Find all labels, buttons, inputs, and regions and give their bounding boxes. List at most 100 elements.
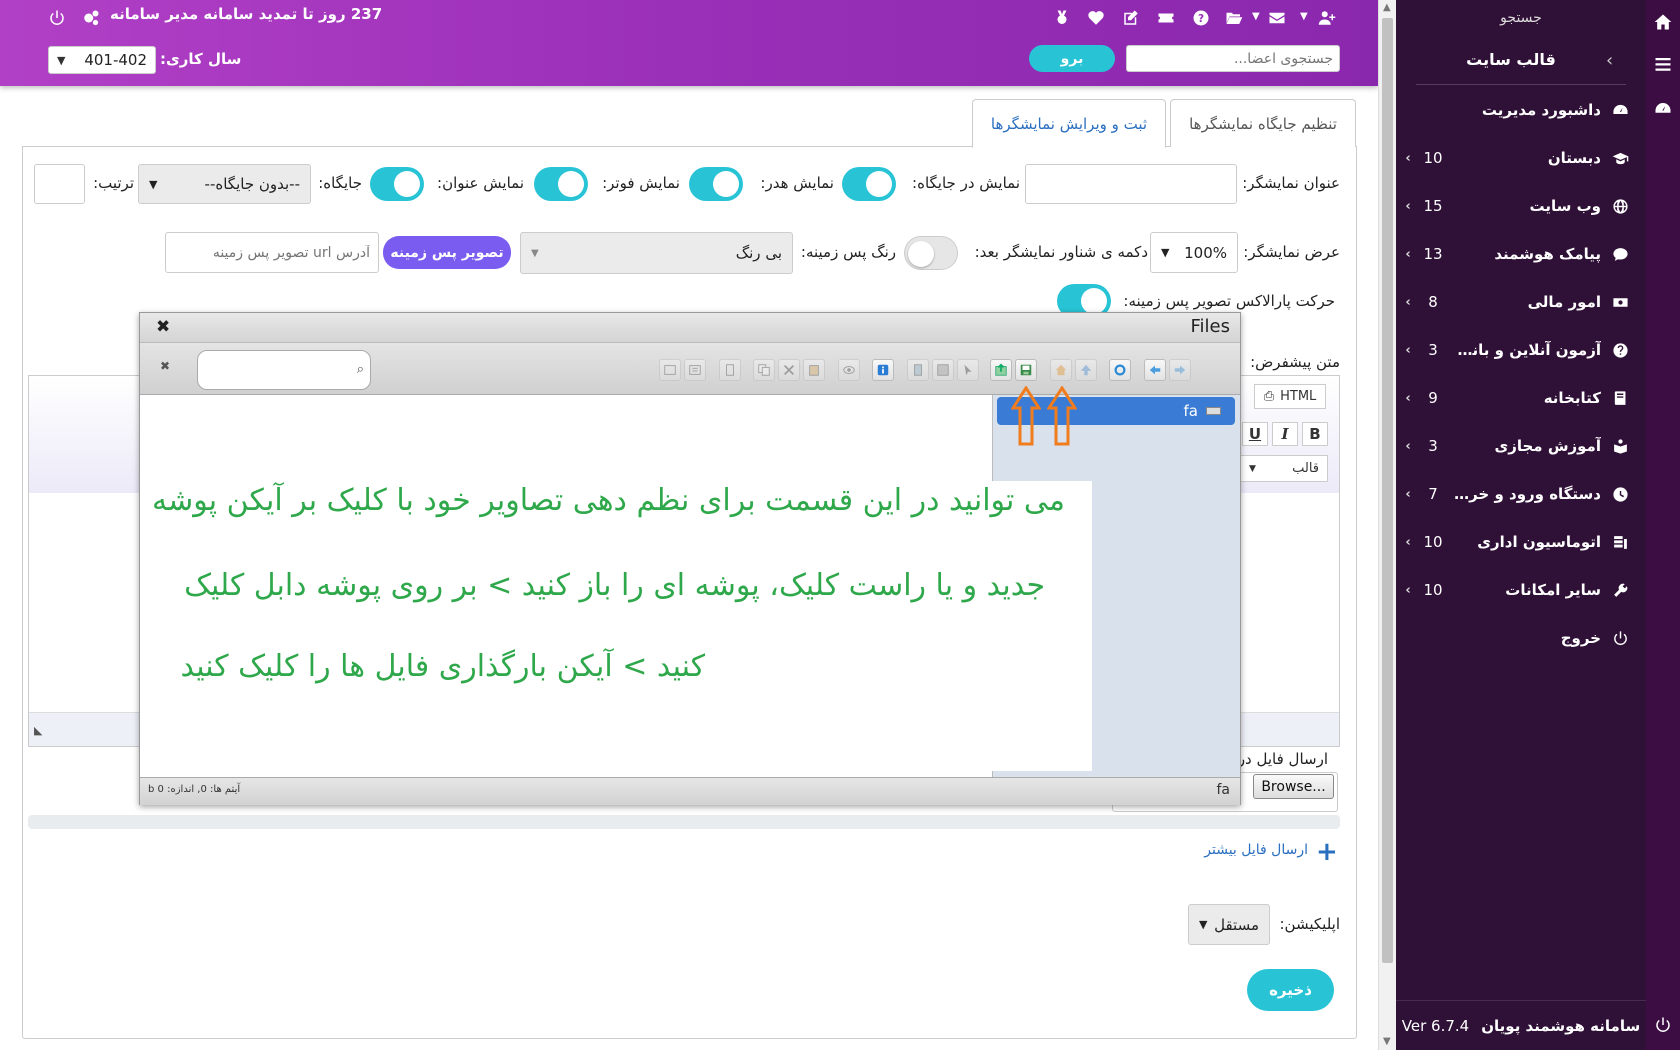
file-search-input[interactable]: ⌕ xyxy=(197,350,371,390)
power-strip-icon[interactable] xyxy=(1654,1016,1672,1034)
award-icon[interactable] xyxy=(1051,8,1073,28)
sidebar-item[interactable]: کتابخانه 9 › xyxy=(1401,380,1631,416)
sidebar-section-title[interactable]: قالب سایت xyxy=(1456,50,1566,69)
save-file-icon[interactable] xyxy=(932,359,954,381)
show-footer-toggle[interactable] xyxy=(534,167,588,201)
chevron-right-icon[interactable]: › xyxy=(1401,247,1415,262)
sidebar-item[interactable]: آموزش مجازی 3 › xyxy=(1401,428,1631,464)
book-icon xyxy=(1609,389,1631,407)
close-icon[interactable]: ✖ xyxy=(156,317,170,337)
show-header-toggle[interactable] xyxy=(689,167,743,201)
chevron-right-icon[interactable]: › xyxy=(1401,391,1415,406)
cut-icon[interactable] xyxy=(778,359,800,381)
user-menu-caret[interactable]: ▼ xyxy=(1300,11,1308,22)
settings-icon[interactable] xyxy=(80,8,102,28)
tab-edit-displays[interactable]: ثبت و ویرایش نمایشگرها xyxy=(972,99,1166,148)
chevron-right-icon[interactable]: › xyxy=(1401,151,1415,166)
ticket-icon[interactable] xyxy=(1155,8,1177,28)
sidebar-item[interactable]: خروج xyxy=(1401,620,1631,656)
plus-icon[interactable]: + xyxy=(1316,839,1338,865)
sidebar-item[interactable]: اتوماسیون اداری 10 › xyxy=(1401,524,1631,560)
home-folder-icon[interactable] xyxy=(1050,359,1072,381)
scroll-down-arrow[interactable]: ▼ xyxy=(1383,1036,1391,1047)
page-scrollbar[interactable]: ▲ ▼ xyxy=(1378,0,1396,1050)
chevron-right-icon[interactable]: › xyxy=(1401,487,1415,502)
display-title-input[interactable] xyxy=(1025,164,1237,204)
application-select[interactable]: مستقل ▼ xyxy=(1188,904,1270,945)
new-folder-icon[interactable] xyxy=(1015,359,1037,381)
editor-html-button[interactable]: ⎙ HTML xyxy=(1254,384,1326,409)
year-select[interactable]: ▼ 401-402 xyxy=(48,46,156,74)
display-width-select[interactable]: 100% ▼ xyxy=(1150,232,1238,273)
italic-button[interactable]: I xyxy=(1272,422,1298,446)
user-add-icon[interactable] xyxy=(1316,8,1338,28)
sidebar-item[interactable]: آزمون آنلاین و بانک س... 3 › xyxy=(1401,332,1631,368)
underline-button[interactable]: U xyxy=(1242,422,1268,446)
upload-files-icon[interactable] xyxy=(990,359,1012,381)
sidebar-item[interactable]: وب سایت 15 › xyxy=(1401,188,1631,224)
mail-menu-caret[interactable]: ▼ xyxy=(1252,11,1260,22)
go-button[interactable]: برو xyxy=(1029,45,1115,72)
info-icon[interactable] xyxy=(872,359,894,381)
chevron-right-icon[interactable]: › xyxy=(1401,583,1415,598)
heartbeat-icon[interactable] xyxy=(1085,8,1107,28)
bg-color-select[interactable]: بی رنگ ▼ xyxy=(520,232,793,274)
sidebar-item[interactable]: دبستان 10 › xyxy=(1401,140,1631,176)
chevron-right-icon[interactable]: › xyxy=(1401,199,1415,214)
chevron-right-icon[interactable]: › xyxy=(1401,343,1415,358)
browse-button[interactable]: Browse... xyxy=(1253,774,1334,799)
forward-icon[interactable] xyxy=(1169,359,1191,381)
view-icons-icon[interactable] xyxy=(659,359,681,381)
chevron-left-icon[interactable]: ‹ xyxy=(1606,50,1613,71)
copy-icon[interactable] xyxy=(753,359,775,381)
view-list-icon[interactable] xyxy=(684,359,706,381)
sms-icon xyxy=(1609,245,1631,263)
preview-icon[interactable] xyxy=(838,359,860,381)
save-button[interactable]: ذخیره xyxy=(1247,969,1334,1011)
power-icon[interactable] xyxy=(46,8,68,28)
folder-open-icon[interactable] xyxy=(1223,8,1245,28)
scroll-thumb[interactable] xyxy=(1382,18,1393,963)
sidebar-item[interactable]: پیامک هوشمند 13 › xyxy=(1401,236,1631,272)
dashboard-strip-icon[interactable] xyxy=(1654,100,1672,118)
scroll-up-arrow[interactable]: ▲ xyxy=(1383,2,1391,13)
paste-icon[interactable] xyxy=(803,359,825,381)
select-icon[interactable] xyxy=(957,359,979,381)
sidebar-item[interactable]: دستگاه ورود و خروج 7 › xyxy=(1401,476,1631,512)
chevron-right-icon[interactable]: › xyxy=(1401,295,1415,310)
bg-url-input[interactable] xyxy=(165,232,379,273)
sidebar-item[interactable]: سایر امکانات 10 › xyxy=(1401,572,1631,608)
mail-icon[interactable] xyxy=(1266,8,1288,28)
bg-image-button[interactable]: تصویر پس زمینه xyxy=(383,236,511,269)
more-files-link[interactable]: ارسال فایل بیشتر xyxy=(1204,842,1308,858)
resize-handle-icon[interactable]: ◣ xyxy=(34,724,42,737)
show-title-toggle[interactable] xyxy=(370,167,424,201)
help-icon[interactable]: ? xyxy=(1190,8,1212,28)
place-select[interactable]: --بدون جایگاه-- ▼ xyxy=(138,164,311,204)
float-button-toggle[interactable] xyxy=(904,236,958,270)
tab-placement-settings[interactable]: تنظیم جایگاه نمایشگرها xyxy=(1170,99,1356,147)
clear-search-icon[interactable]: ✖ xyxy=(160,359,170,373)
template-select[interactable]: قالب ▼ xyxy=(1240,455,1328,482)
chevron-right-icon[interactable]: › xyxy=(1401,439,1415,454)
sidebar-search-label[interactable]: جستجو xyxy=(1396,10,1646,26)
files-dialog-titlebar[interactable]: ✖ Files xyxy=(140,313,1240,343)
dashboard-icon xyxy=(1609,101,1631,119)
home-icon[interactable] xyxy=(1653,12,1673,32)
chevron-right-icon[interactable]: › xyxy=(1401,535,1415,550)
chevron-down-icon: ▼ xyxy=(1249,463,1256,474)
extract-icon[interactable] xyxy=(719,359,741,381)
hamburger-menu-icon[interactable] xyxy=(1654,55,1672,73)
files-status-path: fa xyxy=(1216,782,1230,798)
reload-icon[interactable] xyxy=(1109,359,1131,381)
edit-icon[interactable] xyxy=(1120,8,1142,28)
sidebar-item[interactable]: امور مالی 8 › xyxy=(1401,284,1631,320)
show-in-place-toggle[interactable] xyxy=(842,167,896,201)
duplicate-icon[interactable] xyxy=(907,359,929,381)
sidebar-item[interactable]: داشبورد مدیریت xyxy=(1401,92,1631,128)
bold-button[interactable]: B xyxy=(1302,422,1328,446)
up-folder-icon[interactable] xyxy=(1075,359,1097,381)
back-icon[interactable] xyxy=(1144,359,1166,381)
member-search-input[interactable] xyxy=(1126,45,1340,72)
order-input[interactable] xyxy=(34,164,85,204)
